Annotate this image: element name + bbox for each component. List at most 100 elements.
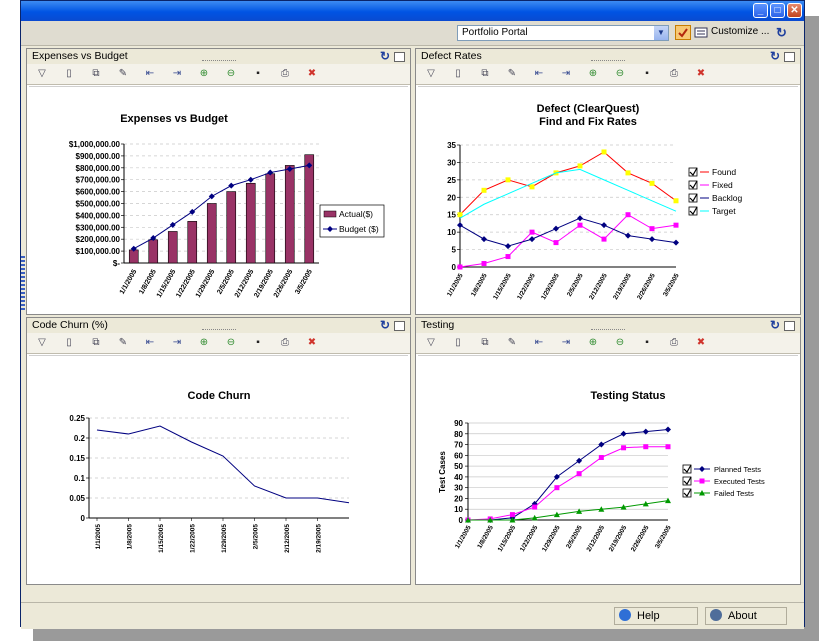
splitter-grip[interactable] bbox=[21, 256, 25, 311]
move-left-icon[interactable]: ⇤ bbox=[532, 336, 546, 349]
delete-icon[interactable]: ✖ bbox=[694, 67, 708, 80]
print-icon[interactable]: ⎙ bbox=[667, 67, 681, 80]
y-tick-label: $600,000.00 bbox=[76, 188, 121, 197]
copy-icon[interactable]: ⧉ bbox=[89, 67, 103, 80]
new-page-icon[interactable]: ▯ bbox=[62, 67, 76, 80]
move-right-icon[interactable]: ⇥ bbox=[170, 336, 184, 349]
refresh-icon[interactable]: ↻ bbox=[770, 318, 780, 333]
y-tick-label: 0 bbox=[452, 263, 457, 272]
edit-icon[interactable]: ✎ bbox=[116, 336, 130, 349]
close-button[interactable]: ✕ bbox=[787, 3, 802, 18]
save-icon[interactable]: ▪ bbox=[251, 67, 265, 80]
title-bar[interactable]: _ □ ✕ bbox=[21, 1, 804, 21]
delete-icon[interactable]: ✖ bbox=[694, 336, 708, 349]
x-tick-label: 1/22/2005 bbox=[175, 268, 197, 299]
y-tick-label: $100,000.00 bbox=[76, 247, 121, 256]
drag-handle[interactable] bbox=[591, 60, 625, 61]
portal-select[interactable]: Portfolio Portal ▼ bbox=[457, 25, 669, 41]
minimize-button[interactable]: _ bbox=[753, 3, 768, 18]
print-icon[interactable]: ⎙ bbox=[667, 336, 681, 349]
legend-label: Target bbox=[712, 206, 736, 216]
zoom-in-icon[interactable]: ⊕ bbox=[197, 336, 211, 349]
panel-title: Code Churn (%) bbox=[32, 319, 108, 331]
zoom-in-icon[interactable]: ⊕ bbox=[197, 67, 211, 80]
move-right-icon[interactable]: ⇥ bbox=[559, 336, 573, 349]
print-icon[interactable]: ⎙ bbox=[278, 336, 292, 349]
move-right-icon[interactable]: ⇥ bbox=[170, 67, 184, 80]
panel-header[interactable]: Defect Rates ↻ bbox=[416, 49, 800, 65]
y-tick-label: 0.25 bbox=[69, 414, 85, 423]
save-icon[interactable]: ▪ bbox=[640, 336, 654, 349]
filter-icon[interactable]: ▽ bbox=[35, 67, 49, 80]
zoom-out-icon[interactable]: ⊖ bbox=[613, 67, 627, 80]
copy-icon[interactable]: ⧉ bbox=[478, 336, 492, 349]
refresh-icon[interactable]: ↻ bbox=[380, 318, 390, 333]
move-left-icon[interactable]: ⇤ bbox=[143, 336, 157, 349]
zoom-in-icon[interactable]: ⊕ bbox=[586, 67, 600, 80]
delete-icon[interactable]: ✖ bbox=[305, 67, 319, 80]
move-left-icon[interactable]: ⇤ bbox=[143, 67, 157, 80]
x-tick-label: 1/8/2005 bbox=[470, 272, 489, 298]
move-left-icon[interactable]: ⇤ bbox=[532, 67, 546, 80]
refresh-icon[interactable]: ↻ bbox=[776, 25, 787, 41]
new-page-icon[interactable]: ▯ bbox=[62, 336, 76, 349]
x-tick-label: 1/1/2005 bbox=[446, 272, 465, 298]
maximize-button[interactable]: □ bbox=[770, 3, 785, 18]
save-icon[interactable]: ▪ bbox=[640, 67, 654, 80]
list-view-icon[interactable] bbox=[693, 25, 709, 40]
maximize-panel-icon[interactable] bbox=[784, 52, 795, 62]
y-tick-label: 0.2 bbox=[74, 434, 86, 443]
refresh-icon[interactable]: ↻ bbox=[770, 49, 780, 64]
drag-handle[interactable] bbox=[591, 329, 625, 330]
panel-header[interactable]: Testing ↻ bbox=[416, 318, 800, 334]
filter-icon[interactable]: ▽ bbox=[424, 336, 438, 349]
panel-toolbar: ▽ ▯ ⧉ ✎ ⇤ ⇥ ⊕ ⊖ ▪ ⎙ ✖ bbox=[416, 64, 800, 85]
zoom-out-icon[interactable]: ⊖ bbox=[224, 336, 238, 349]
new-page-icon[interactable]: ▯ bbox=[451, 336, 465, 349]
panel-header[interactable]: Code Churn (%) ↻ bbox=[27, 318, 410, 334]
chevron-down-icon[interactable]: ▼ bbox=[654, 26, 668, 40]
maximize-panel-icon[interactable] bbox=[394, 52, 405, 62]
data-point bbox=[673, 198, 679, 204]
data-point bbox=[532, 504, 538, 510]
maximize-panel-icon[interactable] bbox=[394, 321, 405, 331]
drag-handle[interactable] bbox=[201, 60, 236, 61]
x-tick-label: 2/5/2005 bbox=[216, 268, 236, 295]
save-icon[interactable]: ▪ bbox=[251, 336, 265, 349]
x-tick-label: 1/15/2005 bbox=[158, 524, 165, 553]
x-tick-label: 3/5/2005 bbox=[662, 272, 681, 298]
data-point bbox=[554, 485, 560, 491]
data-point bbox=[601, 222, 607, 229]
edit-icon[interactable]: ✎ bbox=[116, 67, 130, 80]
delete-icon[interactable]: ✖ bbox=[305, 336, 319, 349]
y-axis-label: Test Cases bbox=[438, 451, 447, 493]
print-icon[interactable]: ⎙ bbox=[278, 67, 292, 80]
customize-link[interactable]: Customize ... bbox=[711, 26, 769, 37]
filter-icon[interactable]: ▽ bbox=[424, 67, 438, 80]
panel-toolbar: ▽ ▯ ⧉ ✎ ⇤ ⇥ ⊕ ⊖ ▪ ⎙ ✖ bbox=[416, 333, 800, 354]
help-button[interactable]: Help bbox=[614, 607, 698, 625]
panel-header[interactable]: Expenses vs Budget ↻ bbox=[27, 49, 410, 65]
data-point bbox=[649, 180, 655, 186]
x-tick-label: 1/29/2005 bbox=[541, 524, 562, 553]
move-right-icon[interactable]: ⇥ bbox=[559, 67, 573, 80]
about-button[interactable]: About bbox=[705, 607, 787, 625]
legend-marker bbox=[699, 478, 705, 484]
zoom-in-icon[interactable]: ⊕ bbox=[586, 336, 600, 349]
maximize-panel-icon[interactable] bbox=[784, 321, 795, 331]
filter-icon[interactable]: ▽ bbox=[35, 336, 49, 349]
edit-icon[interactable]: ✎ bbox=[505, 67, 519, 80]
copy-icon[interactable]: ⧉ bbox=[89, 336, 103, 349]
refresh-icon[interactable]: ↻ bbox=[380, 49, 390, 64]
copy-icon[interactable]: ⧉ bbox=[478, 67, 492, 80]
data-point bbox=[665, 444, 671, 450]
zoom-out-icon[interactable]: ⊖ bbox=[224, 67, 238, 80]
edit-icon[interactable]: ✎ bbox=[505, 336, 519, 349]
legend-label: Fixed bbox=[712, 180, 733, 190]
drag-handle[interactable] bbox=[201, 329, 236, 330]
x-tick-label: 2/12/2005 bbox=[586, 524, 607, 553]
checkbox-toggle-icon[interactable] bbox=[675, 25, 691, 40]
data-point bbox=[649, 226, 655, 232]
zoom-out-icon[interactable]: ⊖ bbox=[613, 336, 627, 349]
new-page-icon[interactable]: ▯ bbox=[451, 67, 465, 80]
